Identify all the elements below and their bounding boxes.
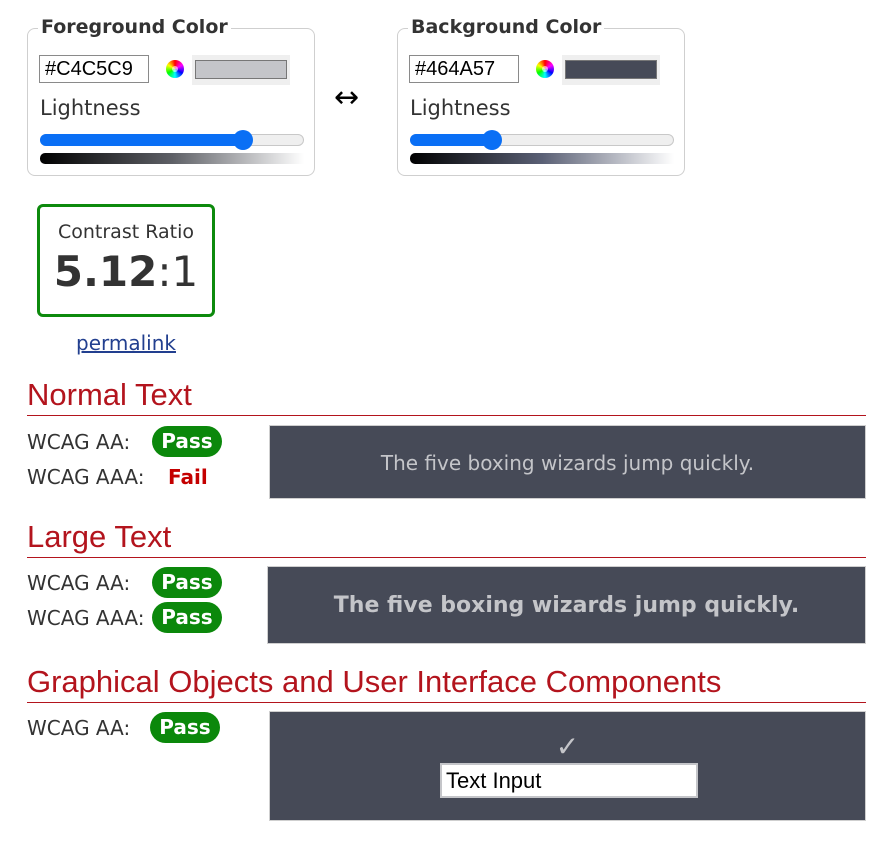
background-lightness-gradient — [410, 153, 674, 164]
background-color-swatch — [565, 60, 657, 79]
foreground-color-panel: Foreground Color Lightness — [27, 16, 315, 176]
contrast-ratio-suffix: :1 — [157, 247, 199, 296]
contrast-ratio-label: Contrast Ratio — [57, 221, 194, 243]
large-text-preview: The five boxing wizards jump quickly. — [267, 566, 866, 644]
normal-aa-label: WCAG AA: — [27, 430, 131, 454]
slider-fill — [410, 134, 493, 146]
foreground-lightness-label: Lightness — [40, 96, 141, 120]
background-lightness-label: Lightness — [410, 96, 511, 120]
slider-fill — [40, 134, 243, 146]
contrast-ratio-number: 5.12 — [53, 247, 158, 296]
normal-aa-pass-badge: Pass — [152, 426, 222, 457]
large-aaa-pass-badge: Pass — [152, 602, 222, 633]
large-text-heading: Large Text — [27, 519, 866, 558]
foreground-color-title: Foreground Color — [38, 16, 231, 38]
background-hex-input[interactable] — [409, 55, 519, 83]
background-color-swatch-button[interactable] — [562, 55, 660, 85]
color-picker-icon[interactable] — [166, 60, 184, 78]
slider-thumb[interactable] — [232, 130, 253, 150]
background-lightness-slider[interactable] — [410, 130, 674, 150]
foreground-lightness-gradient — [40, 153, 304, 164]
large-aa-pass-badge: Pass — [152, 567, 222, 598]
graphical-aa-label: WCAG AA: — [27, 716, 131, 740]
contrast-ratio-box: Contrast Ratio 5.12:1 — [37, 204, 215, 317]
background-color-title: Background Color — [408, 16, 605, 38]
foreground-lightness-slider[interactable] — [40, 130, 304, 150]
slider-thumb[interactable] — [482, 130, 503, 150]
contrast-ratio-value: 5.12:1 — [40, 247, 212, 296]
permalink-link[interactable]: permalink — [76, 331, 176, 355]
graphical-objects-heading: Graphical Objects and User Interface Com… — [27, 664, 866, 703]
normal-aaa-fail-text: Fail — [168, 465, 208, 489]
normal-aaa-label: WCAG AAA: — [27, 465, 145, 489]
normal-text-preview: The five boxing wizards jump quickly. — [269, 425, 866, 499]
graphical-objects-preview: ✓ Text Input — [269, 711, 866, 821]
large-preview-text: The five boxing wizards jump quickly. — [333, 593, 800, 618]
foreground-color-swatch-button[interactable] — [192, 55, 290, 85]
large-aaa-label: WCAG AAA: — [27, 606, 145, 630]
checkmark-icon: ✓ — [555, 730, 580, 763]
normal-preview-text: The five boxing wizards jump quickly. — [380, 451, 755, 475]
sample-text-input[interactable]: Text Input — [440, 763, 698, 798]
large-aa-label: WCAG AA: — [27, 571, 131, 595]
graphical-aa-pass-badge: Pass — [150, 712, 220, 743]
foreground-hex-input[interactable] — [39, 55, 149, 83]
normal-text-heading: Normal Text — [27, 377, 866, 416]
background-color-panel: Background Color Lightness — [397, 16, 685, 176]
color-picker-icon[interactable] — [536, 60, 554, 78]
foreground-color-swatch — [195, 60, 287, 79]
swap-colors-icon[interactable]: ↔ — [334, 80, 359, 115]
